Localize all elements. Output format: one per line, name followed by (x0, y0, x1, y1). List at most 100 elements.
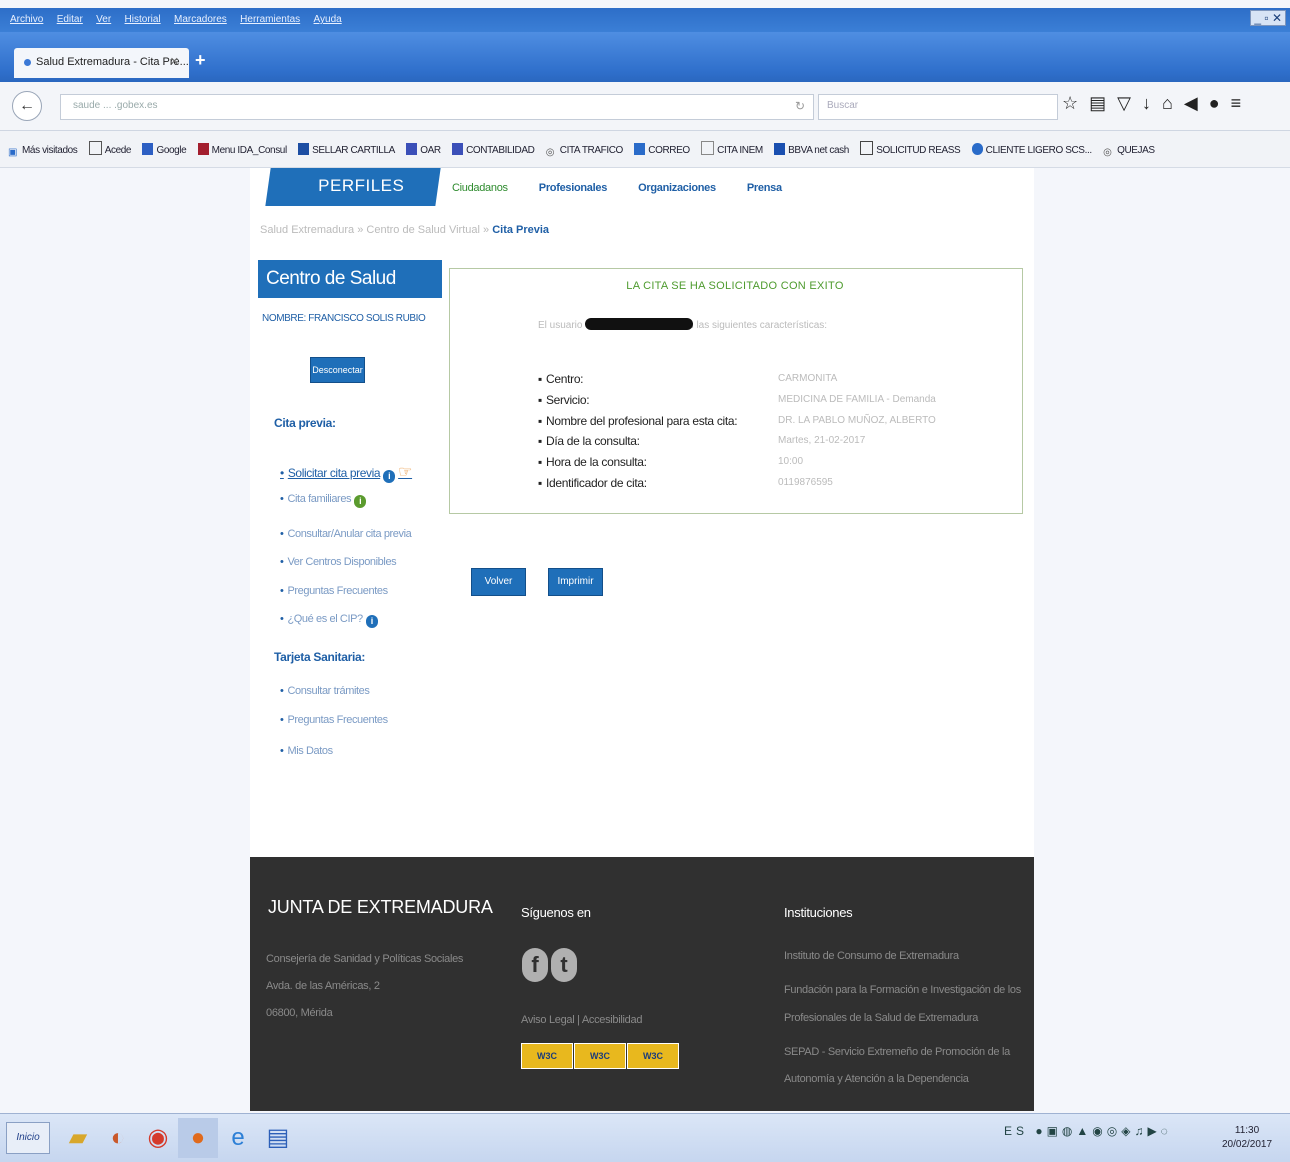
close-tab-icon[interactable]: ✕ (170, 55, 179, 68)
nav-organizaciones[interactable]: Organizaciones (638, 182, 716, 194)
value-dia: Martes, 21-02-2017 (778, 435, 866, 446)
menu-ver[interactable]: Ver (96, 14, 111, 25)
bookmark-item[interactable]: ◎ CITA TRAFICO (546, 145, 624, 159)
info-icon[interactable]: i (365, 615, 378, 628)
success-message: LA CITA SE HA SOLICITADO CON EXITO (626, 280, 844, 292)
menu-marcadores[interactable]: Marcadores (174, 14, 227, 25)
menu-archivo[interactable]: Archivo (10, 14, 43, 25)
w3c-badge-icon[interactable]: W3C (574, 1043, 626, 1069)
ie-icon[interactable]: e (218, 1118, 258, 1158)
twitter-icon[interactable]: t (551, 948, 577, 982)
link-consultar-anular[interactable]: Consultar/Anular cita previa (280, 528, 411, 540)
label-dia: Día de la consulta: (538, 434, 640, 448)
url-bar[interactable]: saude ... .gobex.es ↻ (60, 94, 814, 120)
pointer-icon: ☞ (398, 464, 413, 481)
bookmark-item[interactable]: Acede (88, 141, 131, 156)
menu-bar: Archivo Editar Ver Historial Marcadores … (0, 8, 1290, 32)
media-icon[interactable]: ◐ (98, 1118, 138, 1158)
link-cita-familiares[interactable]: Cita familiaresi (280, 493, 367, 508)
url-text: saude ... .gobex.es (73, 100, 158, 111)
window-controls[interactable]: _ ▫ ✕ (1250, 10, 1286, 26)
imprimir-button[interactable]: Imprimir (548, 568, 603, 596)
sidebar-title: Centro de Salud Virtual (258, 260, 442, 327)
footer-inst-3[interactable]: Profesionales de la Salud de Extremadura (784, 1012, 978, 1024)
back-arrow-icon[interactable]: ← (12, 91, 42, 121)
menu-hamburger-icon[interactable]: ≡ (1231, 93, 1253, 113)
info-icon[interactable]: i (354, 495, 367, 508)
link-preguntas-frecuentes-tarjeta[interactable]: Preguntas Frecuentes (280, 714, 388, 726)
bookmark-item[interactable]: CITA INEM (701, 141, 763, 156)
top-navigation: Ciudadanos Profesionales Organizaciones … (452, 182, 810, 194)
bookmarks-bar: ▣ Más visitados Acede Google Menu IDA_Con… (0, 131, 1290, 168)
pocket-icon[interactable]: ▽ (1117, 93, 1142, 113)
footer-inst-2[interactable]: Fundación para la Formación e Investigac… (784, 984, 1021, 996)
value-hora: 10:00 (778, 456, 804, 467)
extension-icon[interactable]: ● (1209, 93, 1231, 113)
bookmark-item[interactable]: BBVA net cash (774, 143, 849, 156)
send-icon[interactable]: ◀ (1184, 93, 1209, 113)
nav-ciudadanos[interactable]: Ciudadanos (452, 182, 508, 194)
volver-button[interactable]: Volver (471, 568, 526, 596)
bookmark-item[interactable]: SOLICITUD REASS (860, 141, 961, 156)
start-button[interactable]: Inicio (6, 1122, 50, 1154)
document-icon[interactable]: ▤ (258, 1118, 298, 1158)
nav-prensa[interactable]: Prensa (747, 182, 782, 194)
bookmark-item[interactable]: OAR (406, 143, 441, 156)
firefox-icon[interactable]: ● (178, 1118, 218, 1158)
bookmark-item[interactable]: CLIENTE LIGERO SCS... (971, 143, 1092, 156)
browser-tab[interactable]: Salud Extremadura - Cita Pre... ✕ (14, 48, 189, 78)
footer-legal[interactable]: Aviso Legal | Accesibilidad (521, 1014, 642, 1026)
home-icon[interactable]: ⌂ (1162, 93, 1184, 113)
bookmark-star-icon[interactable]: ☆ (1062, 93, 1089, 113)
search-input[interactable]: Buscar (818, 94, 1058, 120)
bookmark-item[interactable]: ▣ Más visitados (8, 145, 78, 159)
folder-icon[interactable]: ▰ (58, 1118, 98, 1158)
link-que-es-cip[interactable]: ¿Qué es el CIP?i (280, 613, 378, 628)
footer-address-1: Consejería de Sanidad y Políticas Social… (266, 953, 464, 965)
breadcrumb-centro[interactable]: Centro de Salud Virtual (366, 224, 480, 236)
bookmark-item[interactable]: Google (142, 143, 187, 156)
link-consultar-tramites[interactable]: Consultar trámites (280, 685, 369, 697)
facebook-icon[interactable]: f (522, 948, 548, 982)
disconnect-button[interactable]: Desconectar (310, 357, 365, 383)
value-servicio: MEDICINA DE FAMILIA - Demanda (778, 394, 936, 405)
menu-ayuda[interactable]: Ayuda (314, 14, 342, 25)
bookmark-item[interactable]: CORREO (634, 143, 690, 156)
bookmark-item[interactable]: Menu IDA_Consul (197, 143, 287, 156)
label-hora: Hora de la consulta: (538, 455, 647, 469)
menu-editar[interactable]: Editar (57, 14, 83, 25)
download-icon[interactable]: ↓ (1142, 93, 1162, 113)
system-tray: ES ●▣◍▲◉◎◈♫▶◌ (1004, 1124, 1172, 1138)
new-tab-icon[interactable]: + (195, 50, 206, 71)
perfiles-banner[interactable]: PERFILES (265, 168, 441, 206)
w3c-badge-icon[interactable]: W3C (521, 1043, 573, 1069)
bookmark-item[interactable]: ◎ QUEJAS (1103, 145, 1155, 159)
language-indicator[interactable]: ES (1004, 1124, 1028, 1138)
menu-historial[interactable]: Historial (125, 14, 161, 25)
chrome-icon[interactable]: ◉ (138, 1118, 178, 1158)
clock-time: 11:30 (1234, 1125, 1260, 1136)
nav-profesionales[interactable]: Profesionales (539, 182, 608, 194)
label-identificador: Identificador de cita: (538, 476, 647, 490)
menu-herramientas[interactable]: Herramientas (240, 14, 300, 25)
link-mis-datos[interactable]: Mis Datos (280, 745, 333, 757)
link-solicitar-cita[interactable]: Solicitar cita previai☞ (280, 462, 412, 483)
footer-inst-1[interactable]: Instituto de Consumo de Extremadura (784, 950, 959, 962)
bookmark-item[interactable]: CONTABILIDAD (452, 143, 535, 156)
link-ver-centros[interactable]: Ver Centros Disponibles (280, 556, 396, 568)
w3c-badge-icon[interactable]: W3C (627, 1043, 679, 1069)
link-preguntas-frecuentes[interactable]: Preguntas Frecuentes (280, 585, 388, 597)
bookmark-item[interactable]: SELLAR CARTILLA (298, 143, 395, 156)
scrollbar[interactable] (1278, 168, 1290, 1112)
value-profesional: DR. LA PABLO MUÑOZ, ALBERTO (778, 415, 936, 426)
value-centro: CARMONITA (778, 373, 838, 384)
clock[interactable]: 11:30 20/02/2017 (1222, 1124, 1272, 1152)
clock-date: 20/02/2017 (1222, 1139, 1273, 1150)
reload-icon[interactable]: ↻ (795, 99, 805, 113)
breadcrumb-home[interactable]: Salud Extremadura (260, 224, 354, 236)
info-icon[interactable]: i (383, 470, 396, 483)
user-name: NOMBRE: FRANCISCO SOLIS RUBIO (262, 313, 426, 324)
reading-list-icon[interactable]: ▤ (1089, 93, 1117, 113)
footer-inst-4[interactable]: SEPAD - Servicio Extremeño de Promoción … (784, 1046, 1010, 1058)
footer-inst-5[interactable]: Autonomía y Atención a la Dependencia (784, 1073, 969, 1085)
